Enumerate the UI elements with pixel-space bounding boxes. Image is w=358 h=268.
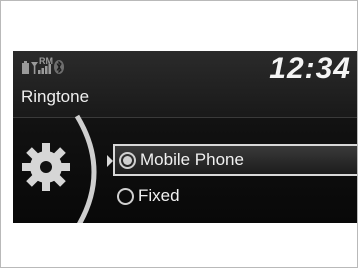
radio-unselected-icon <box>117 187 134 205</box>
option-label: Fixed <box>138 186 180 205</box>
status-icons: RM <box>22 56 64 74</box>
figure-frame: RM 12:34 Ringtone Mobile Phone Fixed <box>0 0 358 268</box>
screen-title: Ringtone <box>21 87 90 106</box>
gear-icon <box>22 143 70 191</box>
option-fixed[interactable]: Fixed <box>113 180 357 212</box>
status-bar: RM 12:34 <box>13 51 357 85</box>
options-panel: Mobile Phone Fixed <box>13 114 357 223</box>
bluetooth-icon <box>54 60 64 74</box>
roaming-indicator: RM <box>39 56 53 66</box>
radio-selected-icon <box>119 151 136 169</box>
selection-pointer <box>107 155 113 167</box>
clock: 12:34 <box>269 52 351 85</box>
phone-battery-icon <box>22 61 29 74</box>
selector-arc <box>74 114 97 223</box>
option-label: Mobile Phone <box>140 150 244 169</box>
infotainment-screen: RM 12:34 Ringtone Mobile Phone Fixed <box>13 51 357 223</box>
option-mobile-phone[interactable]: Mobile Phone <box>107 144 357 176</box>
